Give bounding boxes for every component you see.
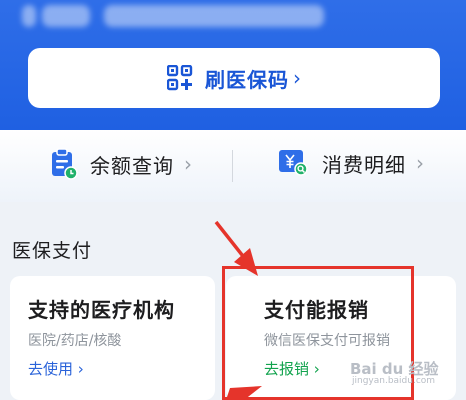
annotation-arrowhead	[234, 248, 258, 276]
annotation-arrows	[214, 220, 262, 400]
annotation-arrowhead-bottom	[226, 386, 262, 400]
watermark-url: jingyan.baidu.com	[352, 376, 436, 386]
